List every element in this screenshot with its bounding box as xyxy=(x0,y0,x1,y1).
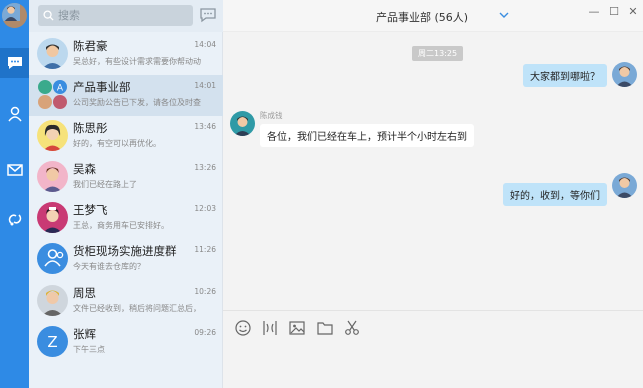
folder-button[interactable] xyxy=(316,319,334,337)
scissors-button[interactable] xyxy=(343,319,361,337)
search-input[interactable] xyxy=(58,9,178,22)
conversation-time: 09:26 xyxy=(194,328,216,337)
folder-icon xyxy=(317,322,333,335)
conversation-preview: 王总，商务用车已安排好。 xyxy=(73,221,169,230)
message-bubble-in[interactable]: 各位，我们已经在车上，预计半个小时左右到 xyxy=(260,124,474,147)
rail-chat-button[interactable] xyxy=(0,48,29,78)
conversation-time: 11:26 xyxy=(194,245,216,254)
conversation-name: 吴森 xyxy=(73,162,96,176)
conversation-time: 13:26 xyxy=(194,163,216,172)
rail-mail-button[interactable] xyxy=(0,155,29,185)
conversation-name: 张辉 xyxy=(73,327,96,341)
chat-icon xyxy=(7,57,22,69)
search-icon xyxy=(43,10,54,21)
conversation-preview: 今天有谁去仓库的？ xyxy=(73,262,145,271)
conversation-item[interactable]: 王梦飞 12:03 王总，商务用车已安排好。 xyxy=(29,198,223,239)
conversation-item[interactable]: Z 张辉 09:26 下午三点 xyxy=(29,322,223,363)
avatar xyxy=(37,120,68,151)
avatar xyxy=(37,161,68,192)
image-button[interactable] xyxy=(288,319,306,337)
chat-header: 产品事业部 (56人) — ☐ ✕ xyxy=(223,0,643,32)
conversation-preview: 公司奖励公告已下发，请各位及时查 xyxy=(73,98,201,107)
new-message-icon[interactable] xyxy=(199,6,217,24)
conversation-time: 14:04 xyxy=(194,40,216,49)
conversation-preview: 好的，有空可以再优化。 xyxy=(73,139,161,148)
conversation-list: 陈君豪 14:04 吴总好，有些设计需求需要你帮动动 A 产品事业部 14:01… xyxy=(29,0,223,388)
conversation-item[interactable]: 陈君豪 14:04 吴总好，有些设计需求需要你帮动动 xyxy=(29,34,223,75)
group-avatar xyxy=(37,243,68,274)
conversation-name: 产品事业部 xyxy=(73,80,131,94)
my-avatar xyxy=(612,62,637,87)
conversation-time: 12:03 xyxy=(194,204,216,213)
image-icon xyxy=(289,321,305,335)
minimize-button[interactable]: — xyxy=(586,3,602,19)
conversation-name: 周思 xyxy=(73,286,96,300)
group-people-icon xyxy=(44,249,64,267)
group-avatar: A xyxy=(37,79,68,110)
conversation-preview: 下午三点 xyxy=(73,345,105,354)
conversation-name: 货柜现场实施进度群 xyxy=(73,244,177,258)
avatar xyxy=(37,202,68,233)
conversation-preview: 我们已经在路上了 xyxy=(73,180,137,189)
sender-name: 陈成钱 xyxy=(260,111,283,120)
rail-contacts-button[interactable] xyxy=(0,99,29,129)
conversation-item[interactable]: 吴森 13:26 我们已经在路上了 xyxy=(29,157,223,198)
link-icon xyxy=(8,214,21,226)
conversation-name: 王梦飞 xyxy=(73,203,108,217)
maximize-button[interactable]: ☐ xyxy=(606,3,622,19)
conversation-item[interactable]: 周思 10:26 文件已经收到，稍后将问题汇总后， xyxy=(29,281,223,322)
letter-avatar: Z xyxy=(37,326,68,357)
conversation-time: 13:46 xyxy=(194,122,216,131)
conversation-time: 14:01 xyxy=(194,81,216,90)
message-bubble-out[interactable]: 大家都到哪啦？ xyxy=(523,64,607,87)
search-box[interactable] xyxy=(38,5,193,26)
conversation-name: 陈思彤 xyxy=(73,121,108,135)
close-button[interactable]: ✕ xyxy=(625,3,641,19)
conversation-preview: 文件已经收到，稍后将问题汇总后， xyxy=(73,304,201,313)
avatar xyxy=(37,38,68,69)
conversation-time: 10:26 xyxy=(194,287,216,296)
conversation-name: 陈君豪 xyxy=(73,39,108,53)
emoji-button[interactable] xyxy=(234,319,252,337)
my-avatar[interactable] xyxy=(2,3,27,28)
conversation-item-selected[interactable]: A 产品事业部 14:01 公司奖励公告已下发，请各位及时查 xyxy=(29,75,223,116)
conversation-item[interactable]: 货柜现场实施进度群 11:26 今天有谁去仓库的？ xyxy=(29,239,223,280)
input-toolbar xyxy=(223,310,643,388)
screenshot-button[interactable] xyxy=(261,319,279,337)
conversation-preview: 吴总好，有些设计需求需要你帮动动 xyxy=(73,57,201,66)
avatar xyxy=(37,285,68,316)
message-bubble-out[interactable]: 好的，收到，等你们 xyxy=(503,183,607,206)
group-avatar-letter: A xyxy=(57,84,64,94)
scissors-icon xyxy=(345,320,359,335)
my-avatar xyxy=(612,173,637,198)
screenshot-icon xyxy=(263,321,277,335)
sender-avatar xyxy=(230,111,255,136)
time-stamp: 周二13:25 xyxy=(412,46,464,61)
search-bar xyxy=(29,0,223,32)
contacts-icon xyxy=(7,106,22,122)
emoji-icon xyxy=(235,320,251,336)
mail-icon xyxy=(6,164,23,176)
chevron-down-icon[interactable] xyxy=(499,10,509,20)
left-rail xyxy=(0,0,29,388)
chat-title[interactable]: 产品事业部 (56人) xyxy=(376,9,468,25)
message-area: 周二13:25 大家都到哪啦？ 陈成钱 各位，我们已经在车上，预计半个小时左右到… xyxy=(223,32,643,310)
conversation-item[interactable]: 陈思彤 13:46 好的，有空可以再优化。 xyxy=(29,116,223,157)
rail-link-button[interactable] xyxy=(0,204,29,234)
